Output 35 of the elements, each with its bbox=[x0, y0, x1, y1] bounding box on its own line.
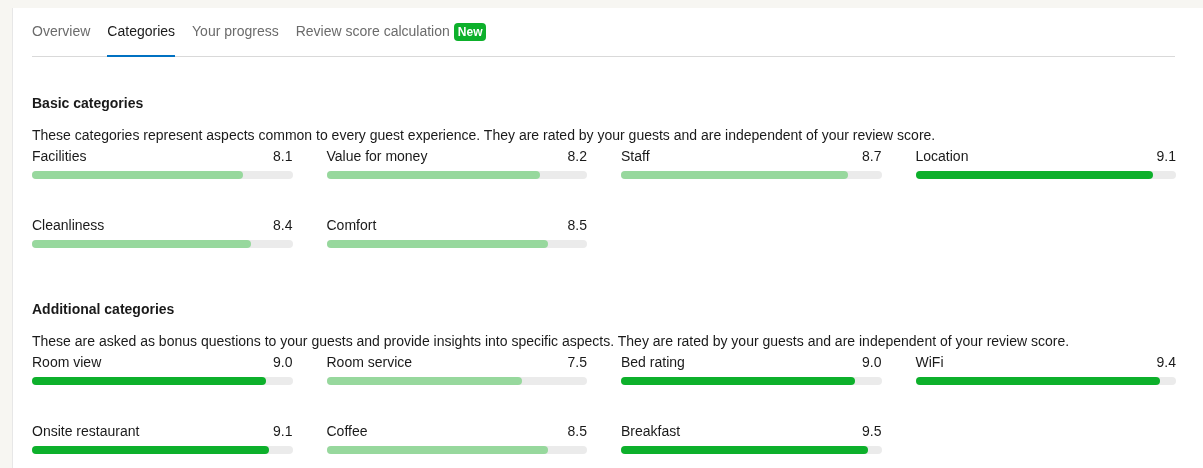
tab[interactable]: Overview bbox=[32, 21, 91, 57]
category-score: 9.0 bbox=[273, 353, 293, 372]
category-score: 8.5 bbox=[567, 216, 587, 235]
tab[interactable]: Categories bbox=[107, 21, 176, 57]
category-name: Room service bbox=[326, 353, 413, 372]
tab[interactable]: Your progress bbox=[192, 21, 279, 57]
category-name: Coffee bbox=[326, 422, 368, 441]
category-score: 9.4 bbox=[1156, 353, 1176, 372]
section-heading: Additional categories bbox=[32, 300, 176, 319]
category-name: WiFi bbox=[915, 353, 944, 372]
category-score: 8.4 bbox=[273, 216, 293, 235]
category-score: 8.5 bbox=[567, 422, 587, 441]
new-badge: New bbox=[453, 22, 487, 41]
category-score: 9.5 bbox=[862, 422, 882, 441]
category-name: Bed rating bbox=[621, 353, 685, 372]
category-name: Room view bbox=[32, 353, 102, 372]
category-score: 9.1 bbox=[273, 422, 293, 441]
category-score: 9.0 bbox=[862, 353, 882, 372]
category-name: Onsite restaurant bbox=[32, 422, 140, 441]
section-description: These are asked as bonus questions to your guests and provide insights into specific aspects. They are rated by your guests and are independent of your review score. bbox=[32, 332, 1071, 351]
category-name: Facilities bbox=[32, 147, 87, 166]
category-score: 9.1 bbox=[1156, 147, 1176, 166]
section-heading: Basic categories bbox=[32, 94, 145, 113]
category-score: 8.1 bbox=[273, 147, 293, 166]
category-name: Staff bbox=[621, 147, 650, 166]
category-score: 7.5 bbox=[567, 353, 587, 372]
category-name: Comfort bbox=[326, 216, 377, 235]
category-name: Location bbox=[915, 147, 969, 166]
category-score: 8.7 bbox=[862, 147, 882, 166]
category-name: Breakfast bbox=[621, 422, 681, 441]
category-name: Value for money bbox=[326, 147, 428, 166]
category-name: Cleanliness bbox=[32, 216, 105, 235]
category-score: 8.2 bbox=[567, 147, 587, 166]
section-description: These categories represent aspects common to every guest experience. They are rated by your guests and are independent of your review score. bbox=[32, 126, 937, 145]
tab[interactable]: Review score calculation New bbox=[295, 21, 487, 57]
